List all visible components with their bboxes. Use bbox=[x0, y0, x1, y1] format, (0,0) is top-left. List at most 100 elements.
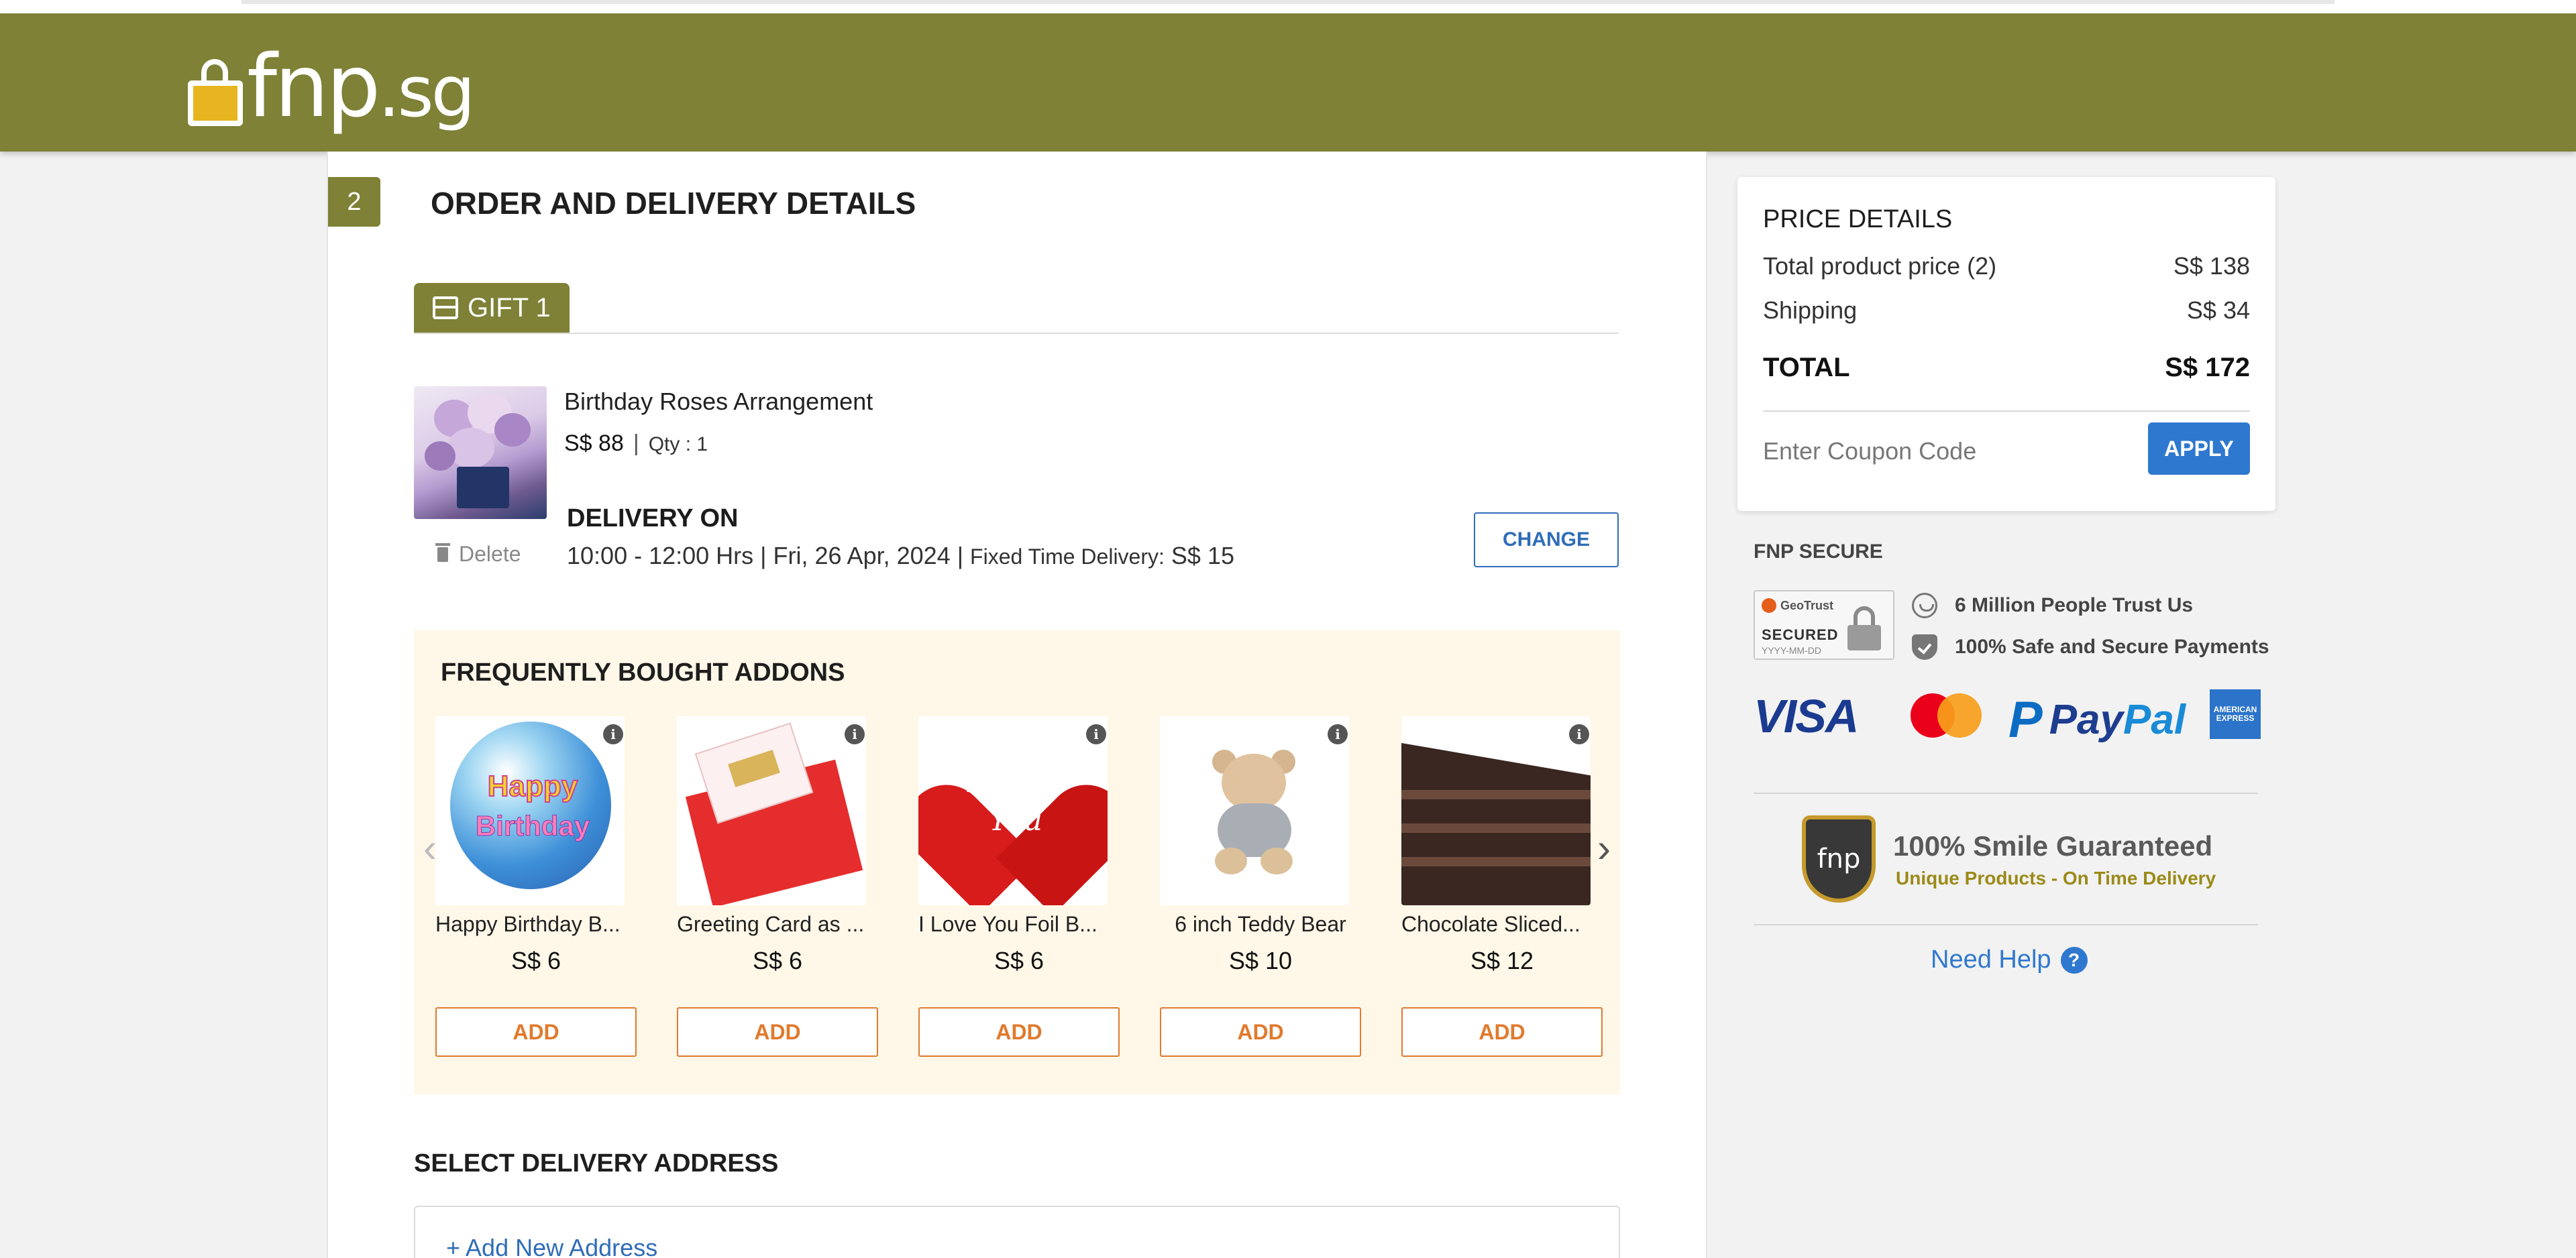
fnp-secure-title: FNP SECURE bbox=[1754, 540, 1883, 563]
product-name[interactable]: Birthday Roses Arrangement bbox=[564, 388, 873, 416]
coupon-input[interactable]: Enter Coupon Code bbox=[1763, 437, 1976, 465]
price-divider bbox=[1763, 410, 2250, 412]
divider bbox=[1754, 924, 2258, 925]
browser-top-strip bbox=[0, 0, 2576, 13]
add-addon-button[interactable]: ADD bbox=[1160, 1007, 1361, 1057]
gift-box-icon bbox=[433, 296, 458, 319]
fnp-shield-icon: fnp bbox=[1802, 815, 1876, 903]
add-addon-button[interactable]: ADD bbox=[1401, 1007, 1603, 1057]
delete-label: Delete bbox=[459, 542, 521, 566]
shipping-label: Shipping bbox=[1763, 296, 1858, 324]
delivery-fee: S$ 15 bbox=[1171, 542, 1234, 569]
gift-logo-icon bbox=[188, 59, 243, 126]
product-image[interactable] bbox=[414, 386, 547, 519]
addon-image[interactable] bbox=[1401, 716, 1591, 905]
geotrust-brand: GeoTrust bbox=[1780, 598, 1834, 612]
paypal-icon: P bbox=[2008, 691, 2043, 748]
site-header: fnp.sg bbox=[0, 13, 2576, 152]
product-price-line: S$ 88 | Qty : 1 bbox=[564, 431, 708, 456]
divider bbox=[1754, 793, 2258, 794]
payment-methods: VISA P Pay Pal AMERICAN EXPRESS bbox=[1754, 685, 2261, 749]
change-delivery-button[interactable]: CHANGE bbox=[1474, 512, 1619, 567]
addon-name: 6 inch Teddy Bear bbox=[1175, 912, 1346, 936]
addon-name: Happy Birthday B... bbox=[435, 912, 621, 936]
trust-line-users: 6 Million People Trust Us bbox=[1912, 593, 2193, 618]
info-icon[interactable]: i bbox=[1569, 724, 1589, 744]
amex-logo: AMERICAN EXPRESS bbox=[2210, 689, 2261, 739]
need-help-label: Need Help bbox=[1931, 946, 2051, 974]
total-label: TOTAL bbox=[1763, 353, 1850, 382]
addon-price: S$ 10 bbox=[1228, 947, 1293, 974]
delete-button[interactable]: Delete bbox=[435, 542, 521, 567]
delivery-address-title: SELECT DELIVERY ADDRESS bbox=[414, 1149, 779, 1178]
gift-tab-divider bbox=[414, 333, 1619, 334]
geotrust-date: YYYY-MM-DD bbox=[1762, 645, 1821, 656]
page-title: ORDER AND DELIVERY DETAILS bbox=[431, 186, 916, 221]
product-price: S$ 88 bbox=[564, 431, 624, 456]
addon-name: Greeting Card as ... bbox=[677, 912, 865, 936]
addon-price: S$ 6 bbox=[752, 947, 803, 974]
top-divider bbox=[241, 0, 2334, 4]
product-qty: Qty : 1 bbox=[648, 433, 708, 455]
trust-users-text: 6 Million People Trust Us bbox=[1955, 594, 2194, 616]
add-addon-button[interactable]: ADD bbox=[918, 1007, 1120, 1057]
total-product-row: Total product price (2) S$ 138 bbox=[1763, 252, 2250, 280]
step-number-badge: 2 bbox=[328, 177, 380, 227]
logo-text: fnp bbox=[247, 37, 380, 137]
delivery-date: Fri, 26 Apr, 2024 bbox=[773, 542, 951, 569]
addon-name: Chocolate Sliced... bbox=[1401, 912, 1580, 936]
addon-price: S$ 6 bbox=[511, 947, 561, 974]
apply-coupon-button[interactable]: APPLY bbox=[2148, 422, 2250, 475]
add-addon-button[interactable]: ADD bbox=[435, 1007, 637, 1057]
total-row: TOTAL S$ 172 bbox=[1763, 353, 2250, 383]
trash-icon bbox=[435, 542, 450, 562]
geotrust-secured: SECURED bbox=[1762, 626, 1839, 643]
tab-gift-1[interactable]: GIFT 1 bbox=[414, 283, 570, 333]
geotrust-logo-icon bbox=[1762, 598, 1776, 613]
addon-price: S$ 12 bbox=[1470, 947, 1534, 974]
lock-icon bbox=[1847, 606, 1881, 650]
shipping-row: Shipping S$ 34 bbox=[1763, 296, 2250, 325]
addon-name: I Love You Foil B... bbox=[918, 912, 1097, 936]
paypal-pal: Pal bbox=[2123, 697, 2186, 743]
info-icon[interactable]: i bbox=[1328, 724, 1348, 744]
address-box: + Add New Address bbox=[414, 1206, 1620, 1258]
total-product-label: Total product price (2) bbox=[1763, 252, 1997, 280]
smile-guarantee-title: 100% Smile Guaranteed bbox=[1893, 830, 2213, 862]
info-icon[interactable]: i bbox=[603, 724, 623, 744]
addon-image[interactable] bbox=[677, 716, 866, 905]
add-addon-button[interactable]: ADD bbox=[677, 1007, 878, 1057]
info-icon[interactable]: i bbox=[1086, 724, 1106, 744]
trust-line-payments: 100% Safe and Secure Payments bbox=[1912, 634, 2269, 660]
price-details-title: PRICE DETAILS bbox=[1763, 205, 1953, 233]
trust-payments-text: 100% Safe and Secure Payments bbox=[1955, 636, 2269, 658]
visa-logo: VISA bbox=[1754, 690, 1859, 742]
help-question-icon: ? bbox=[2060, 946, 2088, 974]
delivery-slot: 10:00 - 12:00 Hrs bbox=[567, 542, 754, 569]
addon-image[interactable] bbox=[1160, 716, 1349, 905]
geotrust-seal[interactable]: GeoTrust SECURED YYYY-MM-DD bbox=[1754, 590, 1894, 660]
carousel-next-icon[interactable]: › bbox=[1591, 825, 1617, 871]
price-details-card: PRICE DETAILS Total product price (2) S$… bbox=[1737, 177, 2275, 511]
paypal-logo: P Pay Pal bbox=[2008, 691, 2186, 749]
info-icon[interactable]: i bbox=[845, 724, 865, 744]
addons-title: FREQUENTLY BOUGHT ADDONS bbox=[441, 659, 845, 687]
gift-tab-label: GIFT 1 bbox=[468, 292, 551, 323]
need-help-link[interactable]: Need Help ? bbox=[1931, 946, 2088, 974]
smile-guarantee-badge: fnp bbox=[1802, 815, 1876, 903]
total-product-value: S$ 138 bbox=[2173, 252, 2250, 280]
paypal-pay: Pay bbox=[2049, 697, 2124, 743]
addon-price: S$ 6 bbox=[994, 947, 1044, 974]
smile-icon bbox=[1912, 593, 1937, 618]
logo-suffix: .sg bbox=[378, 51, 475, 133]
shipping-value: S$ 34 bbox=[2186, 296, 2250, 324]
delivery-title: DELIVERY ON bbox=[567, 504, 739, 532]
add-new-address-link[interactable]: + Add New Address bbox=[446, 1234, 657, 1258]
total-value: S$ 172 bbox=[2165, 353, 2250, 382]
smile-guarantee-subtitle: Unique Products - On Time Delivery bbox=[1896, 868, 2216, 889]
addon-image[interactable]: Happy Birthday bbox=[435, 716, 625, 905]
addon-image[interactable]: I Love You bbox=[918, 716, 1108, 905]
mastercard-logo-icon bbox=[1911, 693, 1984, 738]
delivery-type: Fixed Time Delivery: bbox=[970, 545, 1165, 569]
fnp-logo[interactable]: fnp.sg bbox=[188, 34, 476, 141]
